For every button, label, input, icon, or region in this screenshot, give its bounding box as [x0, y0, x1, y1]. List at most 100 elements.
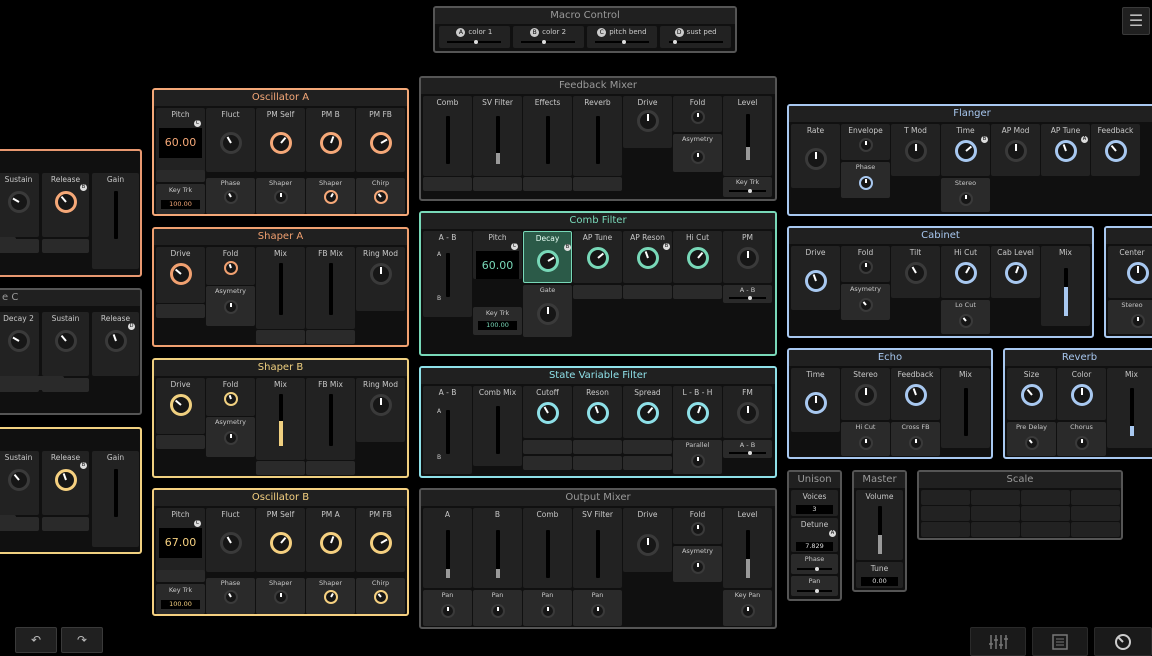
shaper_a-asym[interactable]: Asymetry: [206, 286, 255, 326]
gap-center-knob[interactable]: [1127, 262, 1149, 284]
comb-gate[interactable]: Gate: [523, 285, 572, 337]
om-sv-filter-pan-knob[interactable]: [590, 604, 605, 618]
om-drive-knob[interactable]: [636, 534, 659, 556]
osc_a-sub-2[interactable]: Shaper: [256, 178, 305, 214]
flanger-ap-mod[interactable]: AP Mod: [991, 124, 1040, 176]
shaper_a-fb-mix[interactable]: FB Mix: [306, 247, 355, 329]
unison-voices[interactable]: Voices 3: [791, 490, 838, 516]
master-tune-value[interactable]: 0.00: [861, 577, 898, 586]
env-3-1-sub[interactable]: [42, 517, 89, 531]
om-sv-filter-pan[interactable]: Pan: [573, 590, 622, 626]
macro-c[interactable]: Cpitch bend: [586, 26, 658, 48]
osc_a-pm-b[interactable]: PM B: [306, 108, 355, 172]
shaper_b-asym[interactable]: Asymetry: [206, 417, 255, 457]
cabinet-asym[interactable]: Asymetry: [841, 284, 890, 320]
scale-cell[interactable]: [971, 522, 1020, 537]
unison-detune[interactable]: Detune A 7.829: [791, 518, 838, 552]
om-fold[interactable]: Fold: [673, 508, 722, 544]
reverb-predelay-knob[interactable]: [1024, 436, 1039, 450]
macro-a-slider[interactable]: [447, 40, 502, 44]
gap-stereo-knob[interactable]: [1131, 314, 1145, 328]
envelope-panel-3-side-block[interactable]: [0, 515, 16, 529]
shaper_a-fb-mix-sub[interactable]: [306, 330, 355, 344]
unison-pan[interactable]: Pan: [791, 576, 838, 596]
svf-comb-mix[interactable]: Comb Mix: [473, 386, 522, 466]
osc_a-sub-4-knob[interactable]: [373, 190, 388, 204]
comb-keytrk-cell[interactable]: Key Trk 100.00: [473, 307, 522, 335]
svf-fm-ab[interactable]: A - B: [723, 440, 772, 458]
cabinet-hi-cut[interactable]: Hi Cut: [941, 246, 990, 298]
comb-pm-knob[interactable]: [736, 247, 759, 269]
shaper_b-drive-sub[interactable]: [156, 435, 205, 449]
om-keypan[interactable]: Key Pan: [723, 590, 772, 626]
envelope-panel-1-side-block[interactable]: [0, 237, 16, 251]
fbm-fold-knob[interactable]: [690, 110, 705, 124]
master-volume-slider[interactable]: [877, 506, 882, 554]
osc_b-fluct-knob[interactable]: [219, 532, 242, 554]
comb-hi-cut-knob[interactable]: [686, 247, 709, 269]
cabinet-asym-knob[interactable]: [858, 298, 873, 312]
osc_a-pm-self[interactable]: PM Self: [256, 108, 305, 172]
svf-cutoff-sub[interactable]: [523, 440, 572, 454]
osc_a-fluct[interactable]: Fluct: [206, 108, 255, 172]
osc_b-sub-2-knob[interactable]: [273, 590, 288, 604]
flanger-stereo[interactable]: Stereo: [941, 178, 990, 212]
svf-reson-sub[interactable]: [573, 440, 622, 454]
fbm-effects-slider[interactable]: [545, 116, 550, 164]
om-b-pan[interactable]: Pan: [473, 590, 522, 626]
om-comb-slider[interactable]: [545, 530, 550, 578]
shaper_b-fb-mix[interactable]: FB Mix: [306, 378, 355, 460]
shaper_a-drive-sub[interactable]: [156, 304, 205, 318]
comb-pm[interactable]: PM: [723, 231, 772, 283]
env-3-sustain[interactable]: Sustain: [0, 451, 39, 515]
shaper_a-drive[interactable]: Drive: [156, 247, 205, 303]
svf-reson-knob[interactable]: [586, 402, 609, 424]
osc_b-pm-fb-knob[interactable]: [369, 532, 392, 554]
svf-parallel-knob[interactable]: [690, 454, 705, 468]
shaper_a-fb-mix-slider[interactable]: [328, 263, 333, 315]
svf-cutoff[interactable]: Cutoff: [523, 386, 572, 438]
osc_a-fluct-knob[interactable]: [219, 132, 242, 154]
env-c-extra-block[interactable]: [18, 376, 64, 390]
comb-pm-ab-slider[interactable]: [728, 296, 767, 300]
osc_b-pitch-sub[interactable]: [156, 570, 205, 582]
comb-ab-slider[interactable]: [445, 253, 450, 297]
svf-spread[interactable]: Spread: [623, 386, 672, 438]
env-1-sustain[interactable]: Sustain: [0, 173, 39, 237]
comb-ap-reson-sub[interactable]: [623, 285, 672, 299]
shaper_a-fold-knob[interactable]: [223, 261, 238, 275]
flanger-t-mod[interactable]: T Mod: [891, 124, 940, 176]
comb-ap-reson-knob[interactable]: [636, 247, 659, 269]
flanger-rate-knob[interactable]: [804, 148, 827, 170]
osc_b-keytrk-value[interactable]: 100.00: [161, 600, 200, 609]
undo-button[interactable]: ↶: [15, 627, 57, 653]
echo-feedback[interactable]: Feedback: [891, 368, 940, 420]
fbm-reverb[interactable]: Reverb: [573, 96, 622, 176]
scale-cell[interactable]: [921, 506, 970, 521]
cabinet-cab-level[interactable]: Cab Level: [991, 246, 1040, 298]
cabinet-tilt[interactable]: Tilt: [891, 246, 940, 298]
scale-cell[interactable]: [971, 490, 1020, 505]
svf-l---b---h-knob[interactable]: [686, 402, 709, 424]
fbm-reverb-sub[interactable]: [573, 177, 622, 191]
unison-detune-value[interactable]: 7.829: [796, 542, 833, 551]
env-3-release[interactable]: Release: [42, 451, 89, 515]
shaper_b-mix-sub[interactable]: [256, 461, 305, 475]
shaper_b-mix-slider[interactable]: [278, 394, 283, 446]
echo-crossfb-knob[interactable]: [908, 436, 923, 450]
cabinet-drive[interactable]: Drive: [791, 246, 840, 310]
echo-stereo-knob[interactable]: [854, 384, 877, 406]
comb-hi-cut-sub[interactable]: [673, 285, 722, 299]
shaper_b-fb-mix-sub[interactable]: [306, 461, 355, 475]
shaper_a-fold[interactable]: Fold: [206, 247, 255, 285]
comb-gate-knob[interactable]: [536, 303, 559, 325]
reverb-size[interactable]: Size: [1007, 368, 1056, 420]
flanger-phase[interactable]: Phase: [841, 162, 890, 198]
shaper_b-fold[interactable]: Fold: [206, 378, 255, 416]
osc_a-sub-2-knob[interactable]: [273, 190, 288, 204]
reverb-mix[interactable]: Mix: [1107, 368, 1152, 448]
comb-ap-reson[interactable]: AP Reson B: [623, 231, 672, 283]
env-1-1-sub[interactable]: [42, 239, 89, 253]
osc_b-sub-3[interactable]: Shaper: [306, 578, 355, 614]
cabinet-fold-knob[interactable]: [858, 260, 873, 274]
